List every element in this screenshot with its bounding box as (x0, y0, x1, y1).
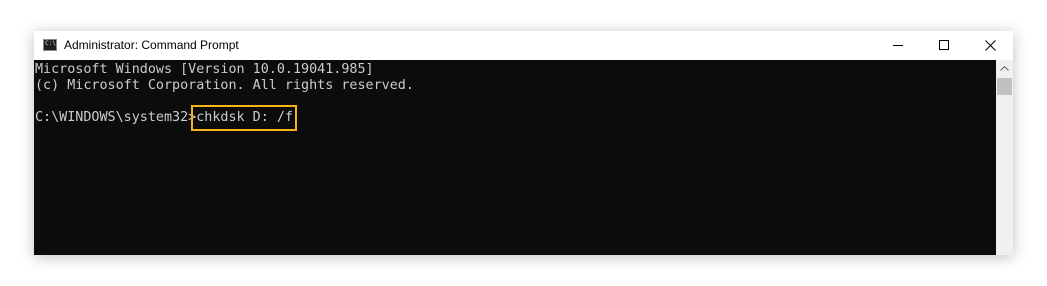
vertical-scrollbar[interactable] (996, 60, 1013, 255)
minimize-icon (893, 45, 903, 46)
maximize-button[interactable] (921, 31, 967, 60)
window-title: Administrator: Command Prompt (64, 38, 239, 52)
console-line-copyright: (c) Microsoft Corporation. All rights re… (35, 78, 414, 93)
prompt-path: C:\WINDOWS\system32> (35, 110, 197, 125)
scroll-up-button[interactable] (996, 60, 1013, 77)
console-output[interactable]: Microsoft Windows [Version 10.0.19041.98… (34, 60, 996, 255)
close-icon (985, 40, 996, 51)
command-highlight-box (191, 105, 297, 131)
minimize-button[interactable] (875, 31, 921, 60)
command-prompt-window: C:\ Administrator: Command Prompt Micros… (34, 31, 1013, 255)
scrollbar-thumb[interactable] (997, 78, 1012, 95)
chevron-up-icon (1000, 66, 1009, 71)
maximize-icon (939, 40, 949, 50)
command-prompt-icon[interactable]: C:\ (43, 39, 57, 51)
console-line-version: Microsoft Windows [Version 10.0.19041.98… (35, 62, 374, 77)
close-button[interactable] (967, 31, 1013, 60)
title-bar[interactable]: C:\ Administrator: Command Prompt (34, 31, 1013, 60)
